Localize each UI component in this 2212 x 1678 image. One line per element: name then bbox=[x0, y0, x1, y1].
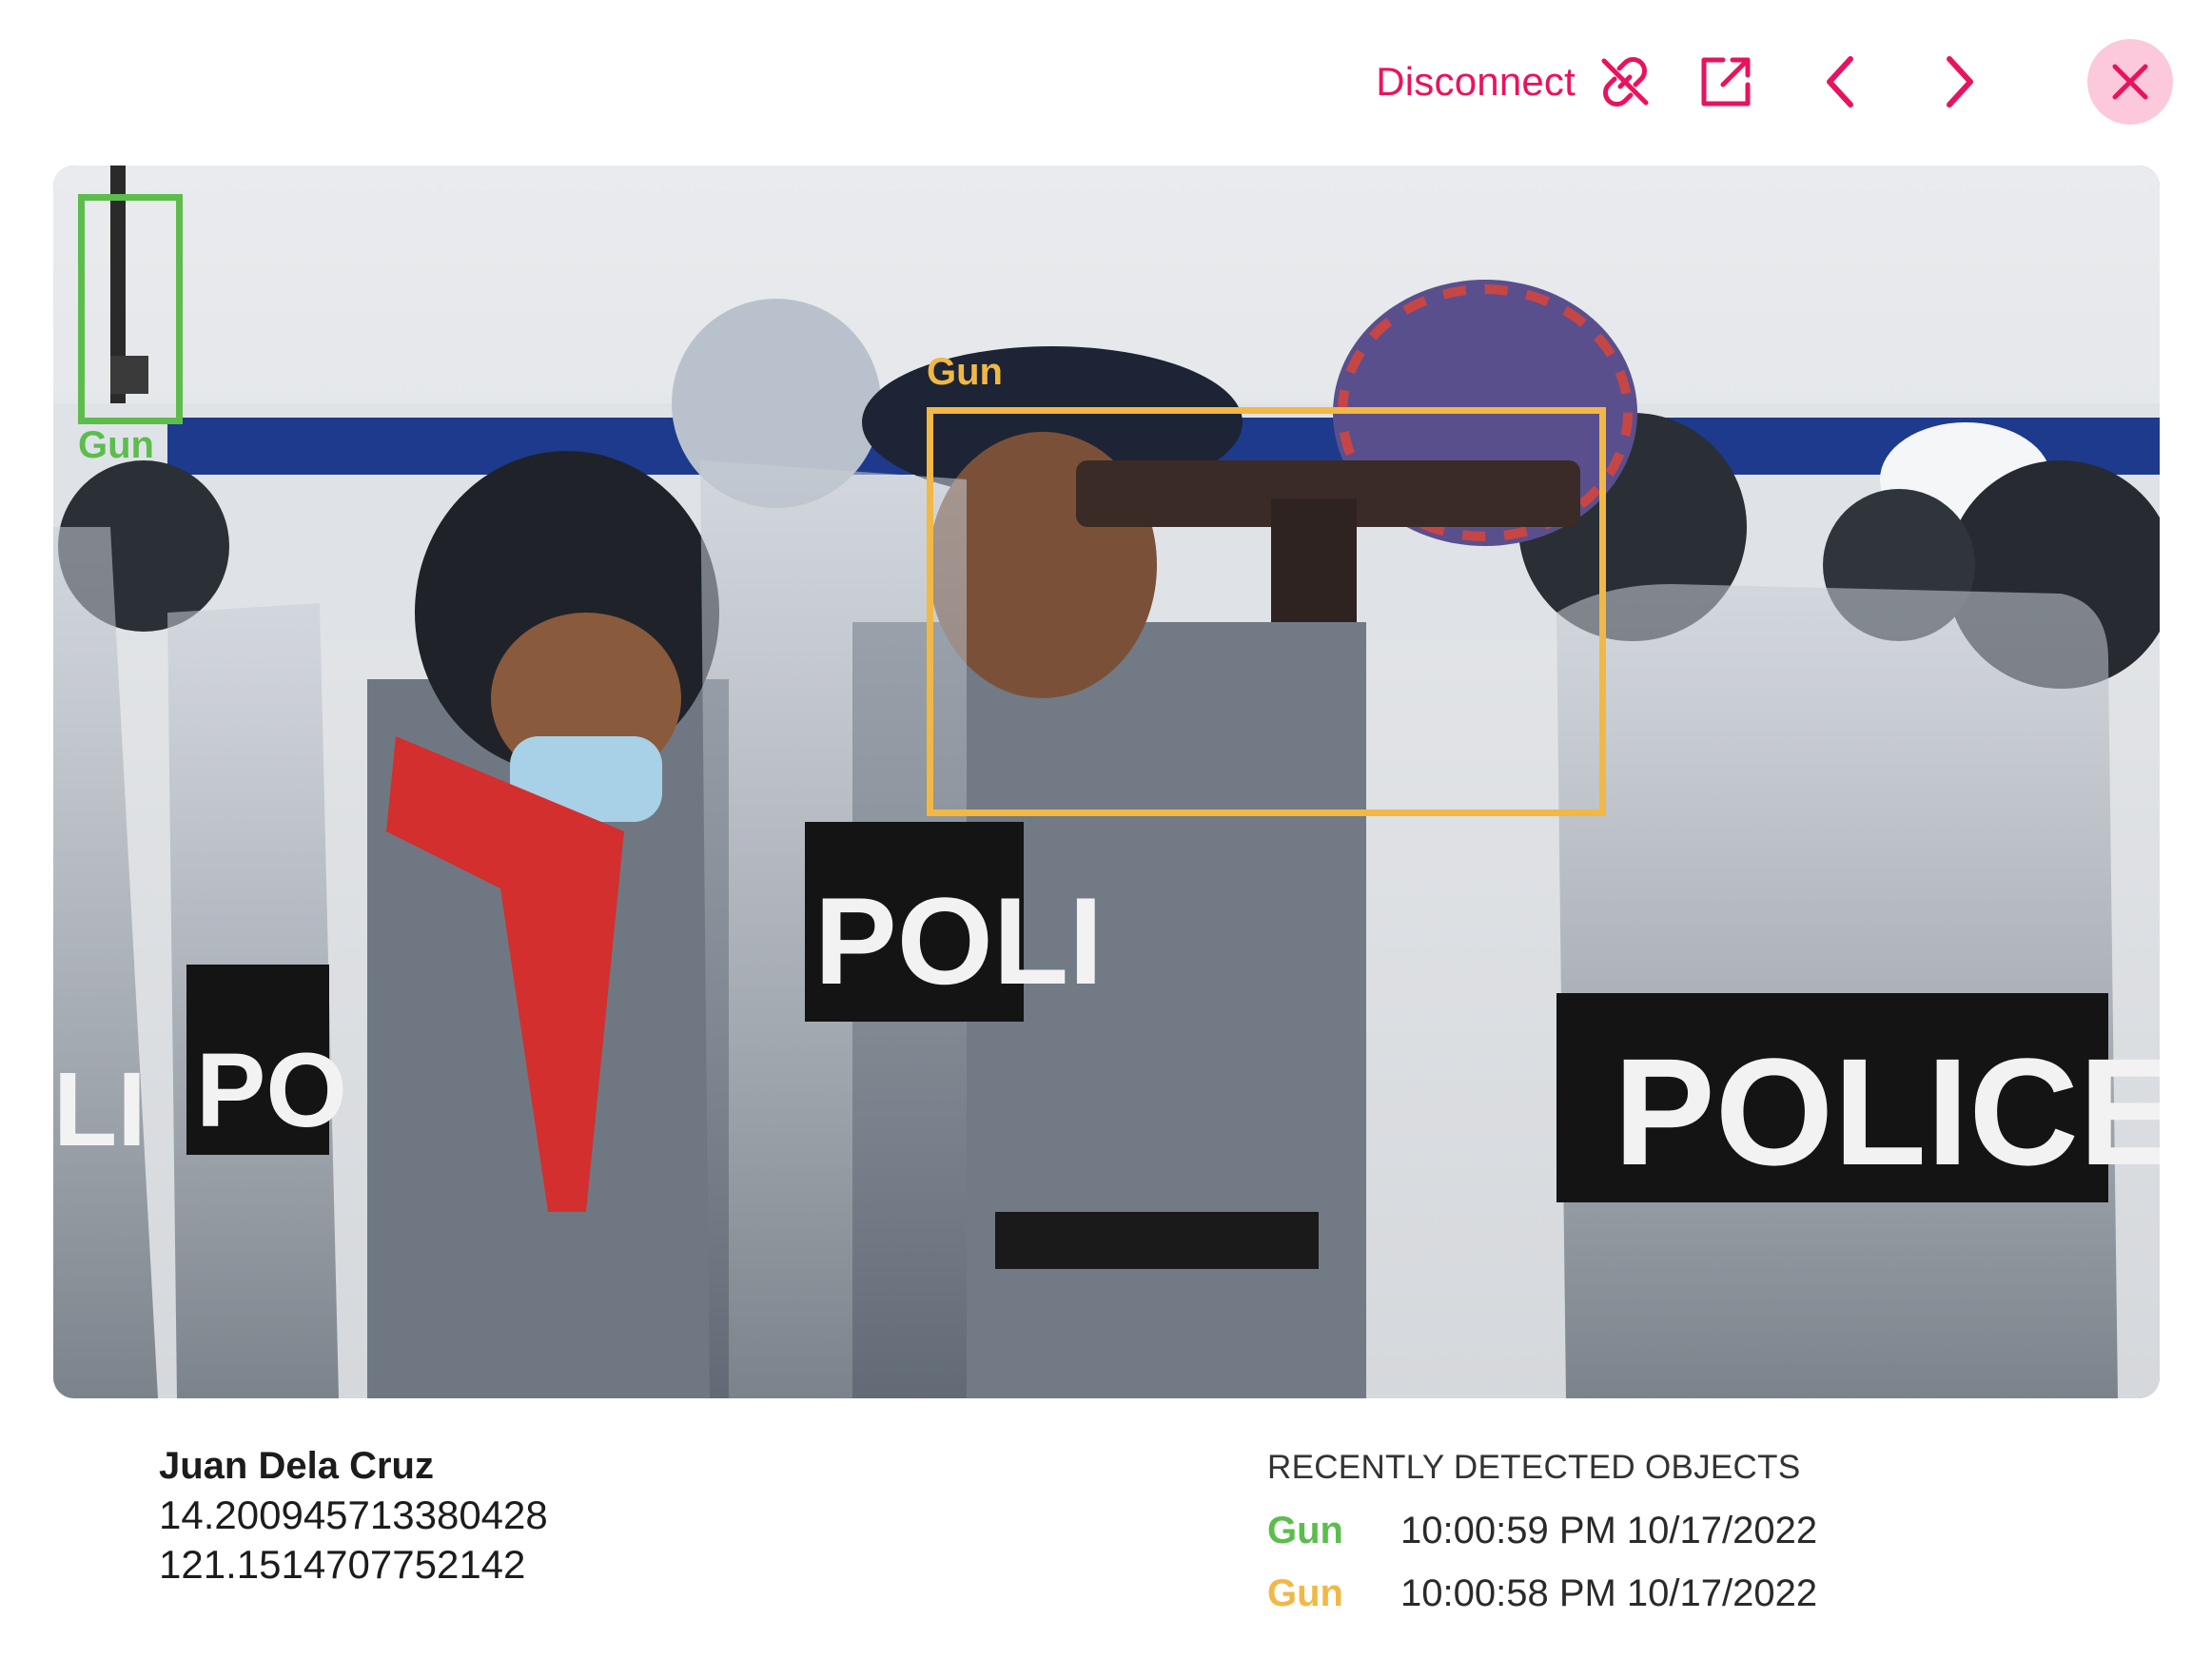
previous-button[interactable] bbox=[1798, 38, 1886, 126]
detection-object: Gun bbox=[1267, 1571, 1343, 1614]
detection-label-green: Gun bbox=[78, 424, 154, 466]
camera-detail-panel: Disconnect POLI POLICE PO LI Gun Gun Jua… bbox=[0, 0, 2212, 1678]
svg-text:LI: LI bbox=[53, 1051, 147, 1168]
camera-feed: POLI POLICE PO LI Gun Gun bbox=[53, 166, 2160, 1398]
person-info: Juan Dela Cruz 14.200945713380428 121.15… bbox=[159, 1441, 548, 1590]
svg-text:PO: PO bbox=[196, 1032, 347, 1149]
detection-row: Gun 10:00:58 PM 10/17/2022 bbox=[1267, 1562, 1817, 1625]
close-icon bbox=[2109, 61, 2151, 103]
detection-box-yellow bbox=[927, 407, 1606, 816]
detection-time: 10:00:58 PM 10/17/2022 bbox=[1400, 1571, 1818, 1614]
longitude: 121.1514707752142 bbox=[159, 1542, 526, 1587]
person-name: Juan Dela Cruz bbox=[159, 1445, 434, 1487]
toolbar: Disconnect bbox=[1376, 38, 2173, 126]
disconnect-label: Disconnect bbox=[1376, 59, 1576, 104]
recent-detections-title: RECENTLY DETECTED OBJECTS bbox=[1267, 1449, 1801, 1486]
chevron-left-icon bbox=[1818, 53, 1866, 110]
detection-label-yellow: Gun bbox=[927, 351, 1003, 393]
svg-text:POLICE: POLICE bbox=[1614, 1026, 2160, 1197]
detection-box-green bbox=[78, 194, 183, 424]
external-link-icon bbox=[1696, 52, 1755, 111]
detection-row: Gun 10:00:59 PM 10/17/2022 bbox=[1267, 1499, 1817, 1562]
detection-object: Gun bbox=[1267, 1509, 1343, 1551]
open-external-button[interactable] bbox=[1682, 38, 1770, 126]
recent-detections: RECENTLY DETECTED OBJECTS Gun 10:00:59 P… bbox=[1267, 1446, 1817, 1625]
chevron-right-icon bbox=[1934, 53, 1982, 110]
latitude: 14.200945713380428 bbox=[159, 1493, 548, 1537]
detection-time: 10:00:59 PM 10/17/2022 bbox=[1400, 1509, 1818, 1551]
close-button[interactable] bbox=[2087, 39, 2173, 125]
svg-text:POLI: POLI bbox=[814, 871, 1103, 1010]
disconnect-button[interactable]: Disconnect bbox=[1376, 38, 1654, 126]
next-button[interactable] bbox=[1914, 38, 2002, 126]
unlink-icon bbox=[1596, 53, 1654, 110]
